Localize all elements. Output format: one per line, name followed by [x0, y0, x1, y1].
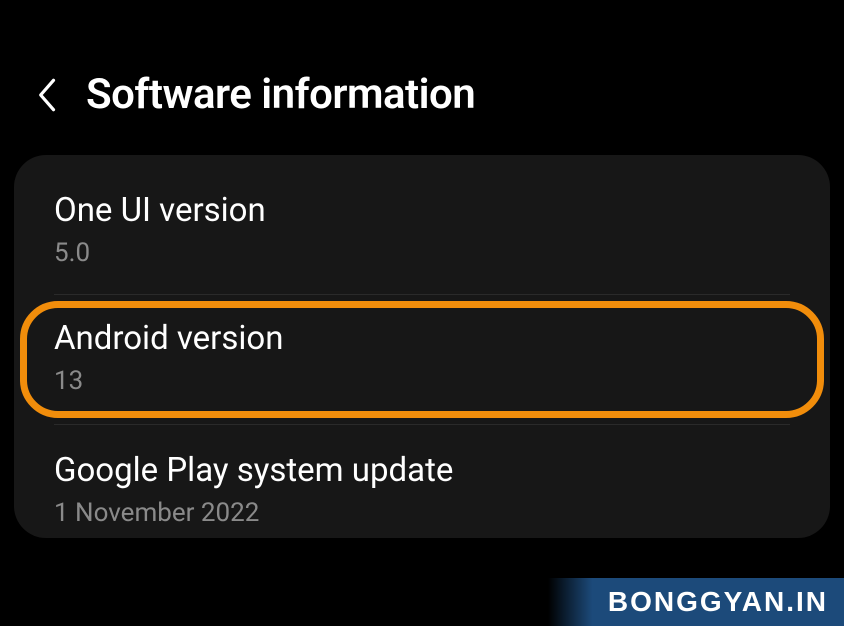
header: Software information [0, 0, 844, 155]
watermark: BONGGYAN.IN [548, 578, 844, 626]
setting-item-android-version[interactable]: Android version 13 [20, 301, 824, 418]
setting-label: Google Play system update [54, 451, 790, 490]
setting-label: One UI version [54, 191, 790, 230]
setting-label: Android version [54, 319, 790, 358]
divider [54, 294, 790, 295]
setting-item-one-ui-version[interactable]: One UI version 5.0 [14, 185, 830, 294]
setting-value: 13 [54, 366, 790, 396]
setting-value: 5.0 [54, 238, 790, 268]
setting-item-google-play-update[interactable]: Google Play system update 1 November 202… [14, 425, 830, 538]
back-icon[interactable] [34, 73, 62, 117]
settings-panel: One UI version 5.0 Android version 13 Go… [14, 155, 830, 538]
page-title: Software information [86, 70, 475, 119]
setting-value: 1 November 2022 [54, 498, 790, 528]
